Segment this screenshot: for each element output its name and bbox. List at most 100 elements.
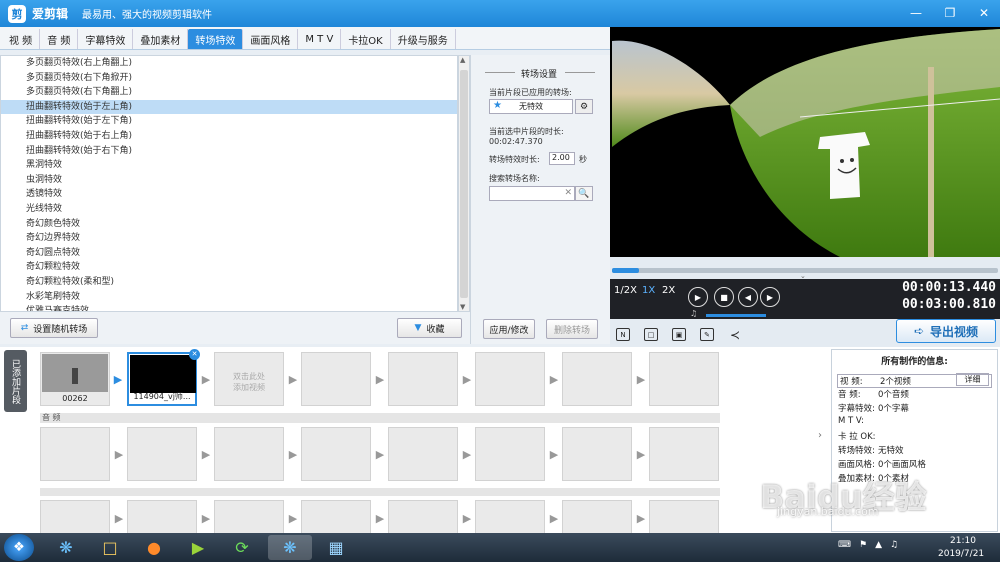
audio-slot[interactable] [562,427,632,481]
tab-4[interactable]: 转场特效 [188,29,244,49]
effect-list-item[interactable]: 水彩笔刷特效 [1,290,457,305]
effect-list-item[interactable]: 扭曲翻转特效(始于左下角) [1,114,457,129]
volume-icon[interactable]: ♫ [690,309,697,318]
tab-0[interactable]: 视 频 [2,29,41,49]
apply-button[interactable]: 应用/修改 [483,319,535,339]
empty-slot[interactable] [214,500,284,534]
effect-list-item[interactable]: 多页翻页特效(右上角翻上) [1,56,457,71]
empty-clip-slot[interactable] [649,352,719,406]
effect-list-item[interactable]: 奇幻圆点特效 [1,246,457,261]
tab-2[interactable]: 字幕特效 [78,29,134,49]
empty-clip-slot[interactable] [475,352,545,406]
network-icon[interactable]: ▲ [875,540,882,550]
audio-slot[interactable] [214,427,284,481]
notepad-icon[interactable]: ▦ [314,535,358,560]
effect-list-item[interactable]: 奇幻颗粒特效 [1,260,457,275]
gear-icon[interactable]: ⚙ [575,99,593,114]
speed-normal[interactable]: 1X [642,285,655,296]
close-icon[interactable]: ✕ [974,4,994,22]
applied-transition-field[interactable]: ★ 无特效 [489,99,573,114]
maximize-icon[interactable]: ❐ [940,4,960,22]
open-folder-icon[interactable]: □ [644,328,658,341]
tab-8[interactable]: 升级与服务 [391,29,456,49]
effect-list-item[interactable]: 黑洞特效 [1,158,457,173]
effect-list-item[interactable]: 扭曲翻转特效(始于右下角) [1,144,457,159]
scroll-up-icon[interactable]: ▲ [460,56,465,64]
effect-list-item[interactable]: 扭曲翻转特效(始于左上角) [1,99,457,115]
speed-half[interactable]: 1/2X [614,285,637,296]
new-project-icon[interactable]: N [616,328,630,341]
minimize-icon[interactable]: — [906,4,926,22]
empty-slot[interactable] [40,500,110,534]
remove-clip-icon[interactable]: ✕ [189,349,200,360]
audio-slot[interactable] [40,427,110,481]
file-explorer-icon[interactable]: □ [88,535,132,560]
random-transition-button[interactable]: ⇄ 设置随机转场 [10,318,98,338]
effect-list-item[interactable]: 奇幻颗粒特效(柔和型) [1,275,457,290]
save-icon[interactable]: ▣ [672,328,686,341]
tab-5[interactable]: 画面风格 [243,29,299,49]
effect-time-input[interactable]: 2.00 [549,152,575,165]
speaker-icon[interactable]: ♫ [890,540,898,550]
audio-slot[interactable] [649,427,719,481]
keyboard-icon[interactable]: ⌨ [838,540,851,550]
empty-slot[interactable] [562,500,632,534]
empty-clip-slot[interactable] [388,352,458,406]
prev-frame-icon[interactable]: ◀ [738,287,758,307]
clear-icon[interactable]: ✕ [564,188,572,198]
effect-list-item[interactable]: 奇幻边界特效 [1,231,457,246]
favorite-button[interactable]: ▼ 收藏 [397,318,462,338]
stop-icon[interactable]: ■ [714,287,734,307]
refresh-app-icon[interactable]: ⟳ [220,535,264,560]
search-input[interactable]: ✕ [489,186,575,201]
next-frame-icon[interactable]: ▶ [760,287,780,307]
clock-time[interactable]: 21:10 [950,536,976,546]
effect-list-item[interactable]: 透镜特效 [1,187,457,202]
video-editor-icon[interactable]: ▶ [176,535,220,560]
aijianji-taskbar-icon[interactable]: ❋ [268,535,312,560]
audio-slot[interactable] [301,427,371,481]
clip-thumbnail[interactable]: 00262 [40,352,110,406]
search-icon[interactable]: 🔍 [575,186,593,201]
add-video-placeholder[interactable]: 双击此处 添加视频 [214,352,284,406]
empty-clip-slot[interactable] [301,352,371,406]
flag-icon[interactable]: ⚑ [859,540,867,550]
media-player-icon[interactable]: ❋ [44,535,88,560]
chevron-right-icon[interactable]: › [818,430,822,441]
effect-list-item[interactable]: 扭曲翻转特效(始于右上角) [1,129,457,144]
tab-3[interactable]: 叠加素材 [133,29,189,49]
effect-list-item[interactable]: 虫洞特效 [1,173,457,188]
effect-list-item[interactable]: 多页翻页特效(右下角翻上) [1,85,457,100]
start-button-icon[interactable]: ❖ [4,534,34,561]
tab-6[interactable]: M T V [298,29,342,49]
scroll-down-icon[interactable]: ▼ [460,303,465,311]
edit-icon[interactable]: ✎ [700,328,714,341]
export-video-button[interactable]: ➪ 导出视频 [896,319,996,343]
detail-button[interactable]: 详细 [956,373,989,386]
firefox-icon[interactable]: ● [132,535,176,560]
clip-thumbnail[interactable]: 114904_vj师... ✕ [127,349,200,406]
empty-slot[interactable] [649,500,719,534]
empty-slot[interactable] [127,500,197,534]
volume-slider[interactable] [706,314,766,317]
effect-list-item[interactable]: 多页翻页特效(右下角掀开) [1,71,457,86]
empty-clip-slot[interactable] [562,352,632,406]
empty-slot[interactable] [475,500,545,534]
audio-slot[interactable] [475,427,545,481]
scroll-thumb[interactable] [460,70,468,298]
delete-transition-button[interactable]: 删除转场 [546,319,598,339]
list-scrollbar[interactable]: ▲ ▼ [458,55,470,312]
effect-list-item[interactable]: 奇幻颜色特效 [1,217,457,232]
tab-1[interactable]: 音 频 [40,29,79,49]
empty-slot[interactable] [388,500,458,534]
clock-date[interactable]: 2019/7/21 [938,549,984,559]
empty-slot[interactable] [301,500,371,534]
tab-7[interactable]: 卡拉OK [341,29,391,49]
audio-slot[interactable] [388,427,458,481]
effect-list-item[interactable]: 优雅马赛克特效 [1,304,457,311]
speed-double[interactable]: 2X [662,285,675,296]
play-icon[interactable]: ▶ [688,287,708,307]
audio-slot[interactable] [127,427,197,481]
share-icon[interactable]: ≺ [728,328,742,342]
effect-list-item[interactable]: 光线特效 [1,202,457,217]
